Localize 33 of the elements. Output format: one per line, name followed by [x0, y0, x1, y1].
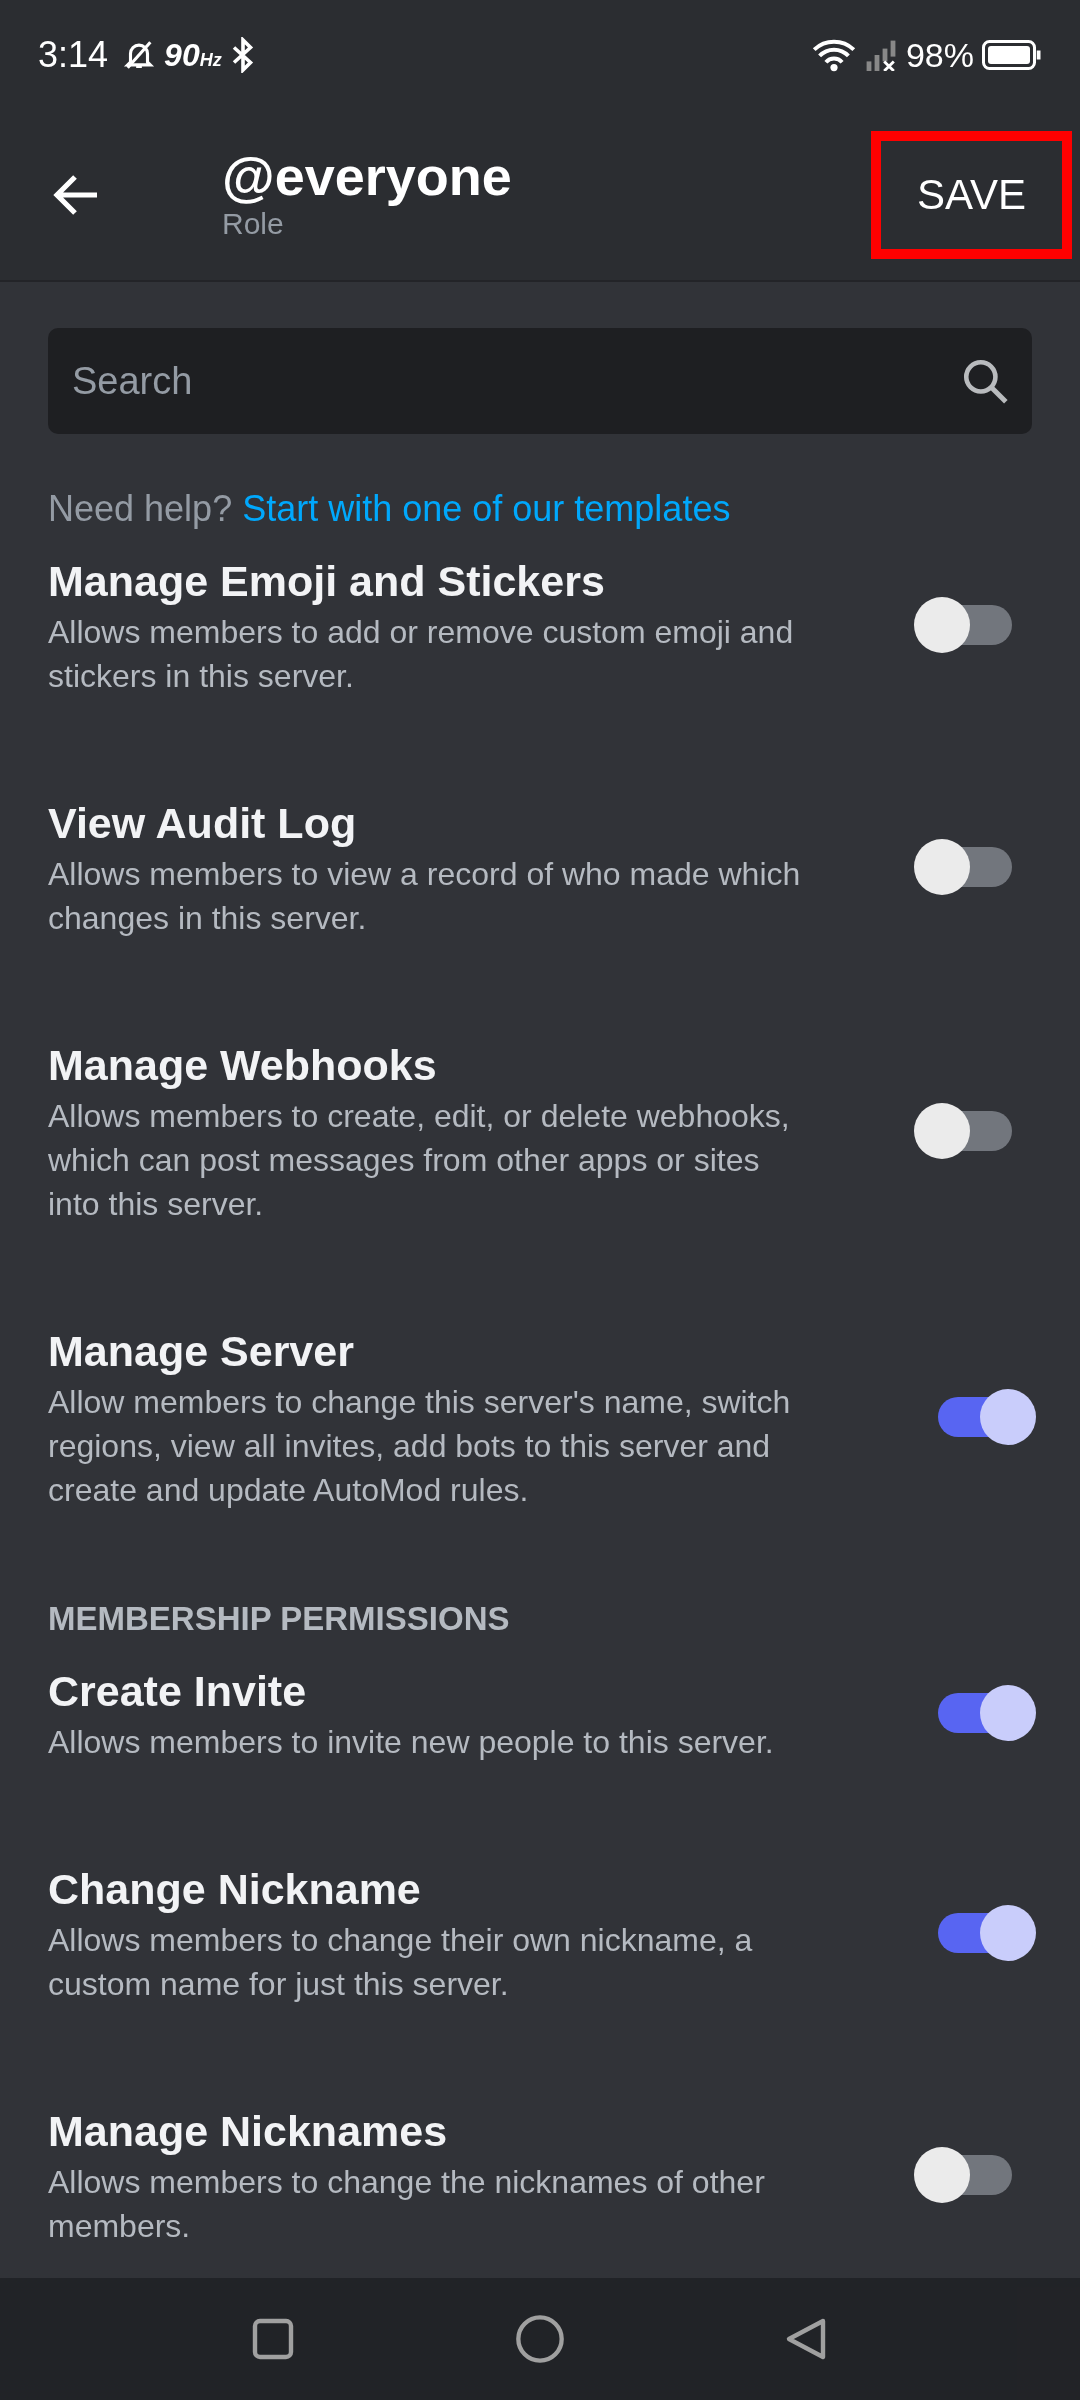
permission-description: Allows members to create, edit, or delete webhooks, which can post messages from other apps or sites into this server. — [48, 1097, 791, 1224]
permission-toggle[interactable] — [938, 1389, 1036, 1445]
permission-toggle[interactable] — [914, 839, 1012, 895]
search-field[interactable]: Search — [48, 328, 1032, 434]
permission-toggle[interactable] — [914, 2147, 1012, 2203]
battery-percent: 98% — [905, 35, 974, 75]
home-icon[interactable] — [514, 2313, 566, 2365]
permission-description: Allows members to change their own nickname, a custom name for just this server. — [48, 1921, 754, 2004]
permission-title: Create Invite — [48, 1666, 308, 1717]
section-header: MEMBERSHIP PERMISSIONS — [48, 1600, 511, 1638]
permission-title: Manage Webhooks — [48, 1040, 438, 1091]
permission-description: Allows members to add or remove custom emoji and stickers in this server. — [48, 613, 795, 696]
permission-toggle[interactable] — [938, 1905, 1036, 1961]
templates-link[interactable]: Start with one of our templates — [242, 488, 731, 530]
permission-description: Allow members to change this server's name, switch regions, view all invites, add bots to this server and create and update AutoMod rules. — [48, 1383, 792, 1510]
permission-description: Allows members to view a record of who made which changes in this server. — [48, 855, 802, 938]
permission-toggle[interactable] — [914, 597, 1012, 653]
wifi-icon — [811, 37, 856, 73]
permission-toggle[interactable] — [914, 1103, 1012, 1159]
permission-title: View Audit Log — [48, 798, 358, 849]
refresh-rate: 90Hz — [164, 36, 222, 74]
role-subtitle: Role — [222, 207, 285, 241]
help-text: Need help? — [48, 488, 233, 530]
permission-description: Allows members to change the nicknames of other members. — [48, 2163, 766, 2246]
permission-toggle[interactable] — [938, 1685, 1036, 1741]
save-button[interactable]: SAVE — [871, 131, 1072, 259]
permission-title: Manage Emoji and Stickers — [48, 556, 606, 607]
permission-description: Allows members to invite new people to this server. — [48, 1723, 775, 1762]
battery-icon — [982, 40, 1042, 70]
permission-title: Manage Server — [48, 1326, 355, 1377]
permission-title: Manage Nicknames — [48, 2106, 449, 2157]
permission-title: Change Nickname — [48, 1864, 422, 1915]
clock: 3:14 — [38, 34, 109, 76]
